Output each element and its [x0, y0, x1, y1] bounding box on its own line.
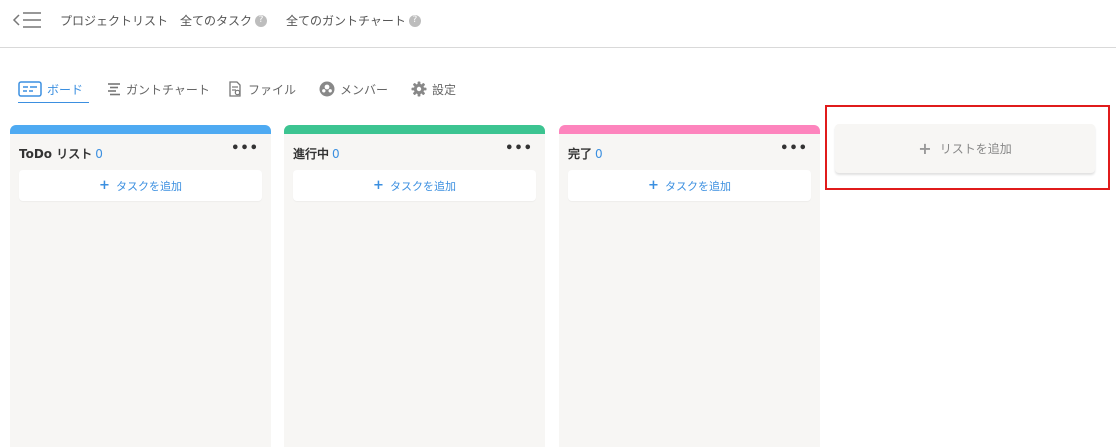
tab-file[interactable]: ファイル	[227, 76, 296, 102]
column-title: ToDo リスト 0	[19, 147, 103, 161]
column-menu-icon[interactable]: •••	[231, 142, 259, 155]
board-icon	[18, 81, 42, 97]
nav-all-tasks[interactable]: 全てのタスク ?	[180, 12, 268, 29]
plus-icon: +	[648, 178, 659, 193]
column-title: 進行中 0	[293, 147, 340, 161]
nav-all-gantt-label: 全てのガントチャート	[286, 14, 406, 28]
tab-settings[interactable]: 設定	[411, 76, 456, 102]
column-menu-icon[interactable]: •••	[505, 142, 533, 155]
column-color-bar	[284, 125, 545, 134]
board-column-in-progress: 進行中 0 ••• + タスクを追加	[284, 125, 545, 447]
column-menu-icon[interactable]: •••	[780, 142, 808, 155]
tab-board[interactable]: ボード	[18, 76, 89, 103]
column-color-bar	[559, 125, 820, 134]
file-icon	[229, 81, 241, 97]
plus-icon: +	[918, 139, 932, 158]
column-count: 0	[595, 147, 603, 161]
tab-file-label: ファイル	[248, 82, 297, 97]
add-task-button[interactable]: + タスクを追加	[568, 170, 811, 201]
help-icon[interactable]: ?	[408, 14, 421, 27]
column-color-bar	[10, 125, 271, 134]
add-list-button[interactable]: + リストを追加	[835, 124, 1095, 173]
board-column-todo: ToDo リスト 0 ••• + タスクを追加	[10, 125, 271, 447]
tab-gantt-label: ガントチャート	[126, 82, 210, 97]
back-menu-icon	[12, 12, 41, 28]
column-title: 完了 0	[568, 147, 603, 161]
top-nav: プロジェクトリスト 全てのタスク ? 全てのガントチャート ?	[0, 0, 1116, 48]
tab-members-label: メンバー	[340, 82, 389, 97]
nav-project-list-label: プロジェクトリスト	[60, 14, 169, 28]
tab-gantt[interactable]: ガントチャート	[107, 76, 210, 102]
nav-all-tasks-label: 全てのタスク	[180, 14, 253, 28]
add-task-button[interactable]: + タスクを追加	[293, 170, 536, 201]
add-task-label: タスクを追加	[115, 179, 182, 193]
add-task-button[interactable]: + タスクを追加	[19, 170, 262, 201]
gantt-icon	[108, 83, 120, 96]
column-count: 0	[95, 147, 103, 161]
add-task-label: タスクを追加	[664, 179, 731, 193]
back-menu-button[interactable]	[12, 9, 44, 31]
board-column-done: 完了 0 ••• + タスクを追加	[559, 125, 820, 447]
nav-all-gantt[interactable]: 全てのガントチャート ?	[286, 12, 421, 29]
add-task-label: タスクを追加	[389, 179, 456, 193]
plus-icon: +	[373, 178, 384, 193]
tab-board-label: ボード	[47, 82, 84, 97]
add-list-label: リストを追加	[939, 142, 1012, 156]
member-icon	[319, 81, 335, 97]
column-count: 0	[332, 147, 340, 161]
tab-members[interactable]: メンバー	[319, 76, 388, 102]
plus-icon: +	[99, 178, 110, 193]
gear-icon	[411, 81, 427, 97]
nav-project-list[interactable]: プロジェクトリスト	[60, 12, 168, 29]
help-icon[interactable]: ?	[255, 14, 268, 27]
tab-settings-label: 設定	[432, 82, 457, 97]
